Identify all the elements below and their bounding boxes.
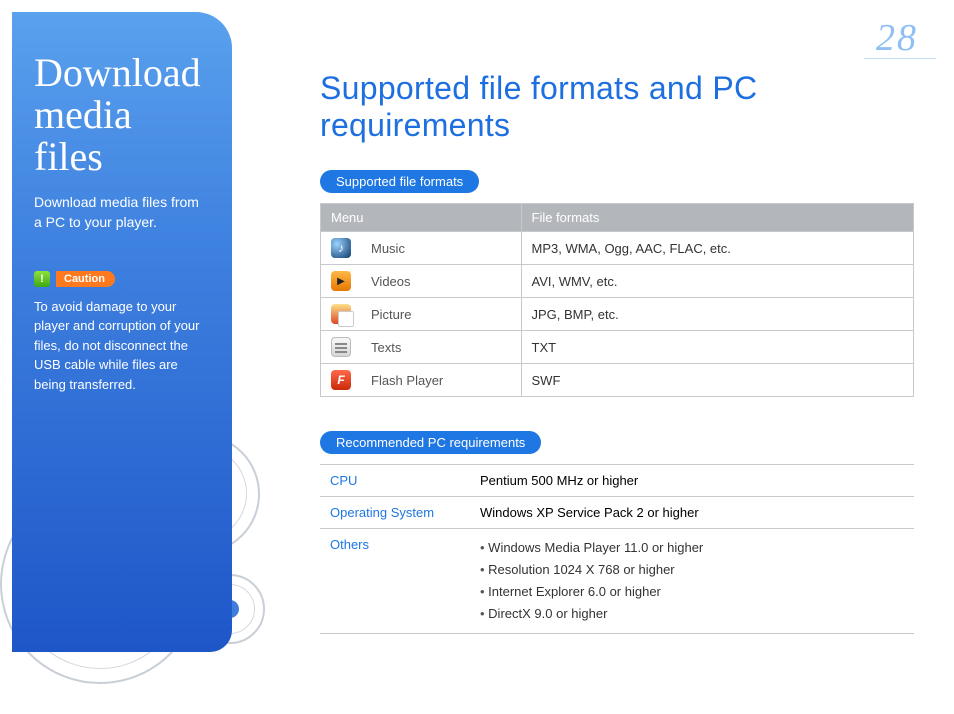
req-others-value: Windows Media Player 11.0 or higherResol… <box>470 529 914 634</box>
text-icon <box>321 331 362 364</box>
caution-label: Caution <box>56 271 115 287</box>
req-row-cpu: CPU Pentium 500 MHz or higher <box>320 465 914 497</box>
pic-icon <box>331 304 351 324</box>
requirements-table: CPU Pentium 500 MHz or higher Operating … <box>320 464 914 634</box>
formats-menu-name: Texts <box>361 331 521 364</box>
formats-value: TXT <box>521 331 914 364</box>
video-icon <box>321 265 362 298</box>
requirements-section-pill: Recommended PC requirements <box>320 431 541 454</box>
req-others-item: Internet Explorer 6.0 or higher <box>480 581 904 603</box>
page-number: 28 <box>876 16 918 60</box>
main-content: Supported file formats and PC requiremen… <box>320 70 914 634</box>
req-cpu-value: Pentium 500 MHz or higher <box>470 465 914 497</box>
page-title: Supported file formats and PC requiremen… <box>320 70 914 144</box>
formats-row: PictureJPG, BMP, etc. <box>321 298 914 331</box>
formats-row: VideosAVI, WMV, etc. <box>321 265 914 298</box>
req-row-os: Operating System Windows XP Service Pack… <box>320 497 914 529</box>
formats-row: Flash PlayerSWF <box>321 364 914 397</box>
formats-table: Menu File formats MusicMP3, WMA, Ogg, AA… <box>320 203 914 397</box>
sidebar-title: Download media files <box>34 52 210 178</box>
req-os-label: Operating System <box>320 497 470 529</box>
caution-icon <box>34 271 50 287</box>
req-others-item: DirectX 9.0 or higher <box>480 603 904 625</box>
music-icon <box>321 232 362 265</box>
formats-head-formats: File formats <box>521 204 914 232</box>
caution-body: To avoid damage to your player and corru… <box>34 297 210 395</box>
video-icon <box>331 271 351 291</box>
req-cpu-label: CPU <box>320 465 470 497</box>
sidebar-subtitle: Download media files from a PC to your p… <box>34 192 210 233</box>
formats-menu-name: Picture <box>361 298 521 331</box>
text-icon <box>331 337 351 357</box>
flash-icon <box>331 370 351 390</box>
formats-row: TextsTXT <box>321 331 914 364</box>
req-others-item: Resolution 1024 X 768 or higher <box>480 559 904 581</box>
formats-value: AVI, WMV, etc. <box>521 265 914 298</box>
formats-menu-name: Videos <box>361 265 521 298</box>
req-row-others: Others Windows Media Player 11.0 or high… <box>320 529 914 634</box>
formats-head-menu: Menu <box>321 204 522 232</box>
formats-row: MusicMP3, WMA, Ogg, AAC, FLAC, etc. <box>321 232 914 265</box>
sidebar: Download media files Download media file… <box>12 12 232 652</box>
formats-section-pill: Supported file formats <box>320 170 479 193</box>
page-number-underline <box>864 58 936 59</box>
formats-value: MP3, WMA, Ogg, AAC, FLAC, etc. <box>521 232 914 265</box>
formats-value: JPG, BMP, etc. <box>521 298 914 331</box>
caution-row: Caution <box>34 271 210 287</box>
formats-value: SWF <box>521 364 914 397</box>
formats-menu-name: Flash Player <box>361 364 521 397</box>
pic-icon <box>321 298 362 331</box>
flash-icon <box>321 364 362 397</box>
req-others-label: Others <box>320 529 470 634</box>
req-os-value: Windows XP Service Pack 2 or higher <box>470 497 914 529</box>
music-icon <box>331 238 351 258</box>
req-others-item: Windows Media Player 11.0 or higher <box>480 537 904 559</box>
formats-menu-name: Music <box>361 232 521 265</box>
